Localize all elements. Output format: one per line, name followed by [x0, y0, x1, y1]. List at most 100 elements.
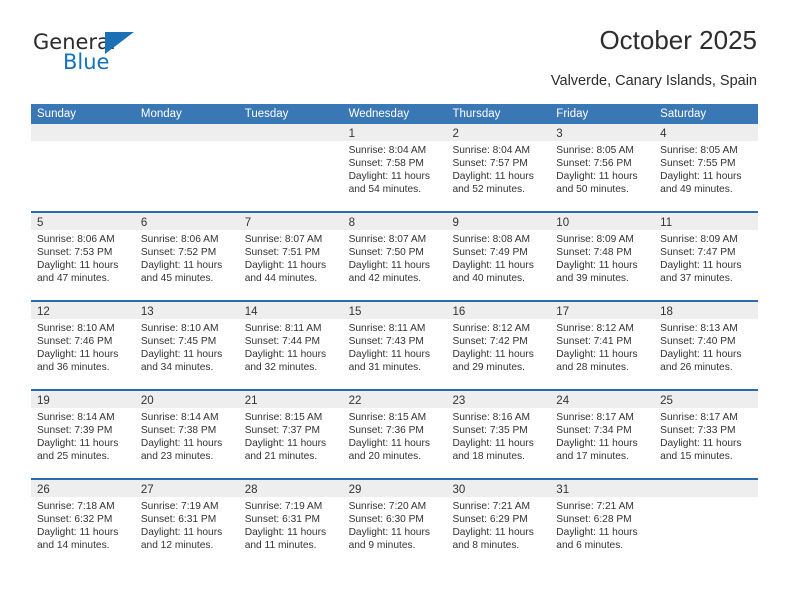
- daylight-text: and 31 minutes.: [348, 362, 422, 373]
- calendar-day-cell[interactable]: 9 Sunrise: 8:08 AM Sunset: 7:49 PM Daylight…: [446, 213, 551, 300]
- calendar-day-cell[interactable]: 22 Sunrise: 8:15 AM Sunset: 7:36 PM Dayligh…: [342, 391, 447, 478]
- day-number-band: [31, 124, 135, 141]
- day-number: 14: [244, 306, 258, 318]
- calendar-day-cell[interactable]: 13 Sunrise: 8:10 AM Sunset: 7:45 PM Dayligh…: [134, 302, 239, 389]
- sunset-text: Sunset: 7:43 PM: [348, 336, 424, 347]
- calendar-weeks: 1 Sunrise: 8:04 AM Sunset: 7:58 PM Daylight…: [31, 124, 759, 567]
- page-header: General Blue October 2025 Valverde, Cana…: [31, 24, 757, 98]
- calendar-page: General Blue October 2025 Valverde, Cana…: [0, 0, 792, 612]
- calendar-week-row: 26 Sunrise: 7:18 AM Sunset: 6:32 PM Dayligh…: [31, 478, 759, 567]
- sunrise-text: Sunrise: 8:04 AM: [348, 145, 427, 156]
- calendar-day-cell[interactable]: 6 Sunrise: 8:06 AM Sunset: 7:52 PM Daylight…: [134, 213, 239, 300]
- calendar-day-cell[interactable]: 3 Sunrise: 8:05 AM Sunset: 7:56 PM Daylight…: [550, 124, 655, 211]
- day-details: Sunrise: 8:08 AM Sunset: 7:49 PM Daylight:…: [446, 230, 550, 285]
- daylight-text: Daylight: 11 hours: [348, 349, 430, 360]
- day-number-band: 5: [31, 213, 135, 230]
- page-subtitle: Valverde, Canary Islands, Spain: [550, 73, 757, 89]
- calendar-week-row: 12 Sunrise: 8:10 AM Sunset: 7:46 PM Dayligh…: [31, 300, 759, 389]
- sunrise-text: Sunrise: 8:13 AM: [660, 323, 738, 334]
- calendar-day-cell[interactable]: 4 Sunrise: 8:05 AM Sunset: 7:55 PM Daylight…: [654, 124, 759, 211]
- sunset-text: Sunset: 7:50 PM: [348, 247, 424, 258]
- calendar-day-cell[interactable]: 24 Sunrise: 8:17 AM Sunset: 7:34 PM Dayligh…: [550, 391, 655, 478]
- sunset-text: Sunset: 7:40 PM: [660, 336, 736, 347]
- daylight-text: and 18 minutes.: [452, 451, 525, 462]
- calendar-day-cell[interactable]: 18 Sunrise: 8:13 AM Sunset: 7:40 PM Dayligh…: [654, 302, 759, 389]
- day-details: [654, 497, 758, 500]
- calendar-day-cell[interactable]: 31 Sunrise: 7:21 AM Sunset: 6:28 PM Dayligh…: [550, 480, 655, 567]
- sunrise-text: Sunrise: 8:08 AM: [452, 234, 531, 245]
- calendar-day-cell[interactable]: 14 Sunrise: 8:11 AM Sunset: 7:44 PM Dayligh…: [238, 302, 343, 389]
- day-number-band: 20: [134, 391, 239, 408]
- day-number: 4: [660, 128, 667, 140]
- calendar-day-cell[interactable]: 5 Sunrise: 8:06 AM Sunset: 7:53 PM Daylight…: [31, 213, 135, 300]
- calendar-day-cell[interactable]: 2 Sunrise: 8:04 AM Sunset: 7:57 PM Daylight…: [446, 124, 551, 211]
- sunset-text: Sunset: 7:48 PM: [556, 247, 632, 258]
- daylight-text: and 23 minutes.: [140, 451, 214, 462]
- calendar-day-cell[interactable]: 30 Sunrise: 7:21 AM Sunset: 6:29 PM Dayligh…: [446, 480, 551, 567]
- day-details: Sunrise: 7:18 AM Sunset: 6:32 PM Daylight:…: [31, 497, 135, 552]
- calendar-day-cell[interactable]: 1 Sunrise: 8:04 AM Sunset: 7:58 PM Daylight…: [342, 124, 447, 211]
- day-number-band: 9: [446, 213, 551, 230]
- daylight-text: Daylight: 11 hours: [348, 438, 430, 449]
- day-number: 2: [452, 128, 459, 140]
- general-blue-logo[interactable]: General Blue: [31, 30, 181, 86]
- day-number: 13: [140, 306, 154, 318]
- daylight-text: and 29 minutes.: [452, 362, 525, 373]
- daylight-text: and 11 minutes.: [244, 540, 317, 551]
- sunset-text: Sunset: 7:33 PM: [660, 425, 736, 436]
- daylight-text: and 14 minutes.: [37, 540, 110, 551]
- sunrise-text: Sunrise: 8:06 AM: [140, 234, 219, 245]
- day-number-band: 31: [550, 480, 655, 497]
- sunset-text: Sunset: 7:53 PM: [37, 247, 113, 258]
- day-number: 24: [556, 395, 570, 407]
- day-details: Sunrise: 8:09 AM Sunset: 7:48 PM Daylight:…: [550, 230, 654, 285]
- calendar-grid: Sunday Monday Tuesday Wednesday Thursday Frid…: [31, 104, 759, 567]
- calendar-day-cell[interactable]: 7 Sunrise: 8:07 AM Sunset: 7:51 PM Daylight…: [238, 213, 343, 300]
- daylight-text: and 54 minutes.: [348, 184, 422, 195]
- daylight-text: and 25 minutes.: [37, 451, 110, 462]
- sunrise-text: Sunrise: 8:11 AM: [348, 323, 426, 334]
- day-number-band: 26: [31, 480, 135, 497]
- calendar-day-cell[interactable]: 16 Sunrise: 8:12 AM Sunset: 7:42 PM Dayligh…: [446, 302, 551, 389]
- daylight-text: Daylight: 11 hours: [140, 349, 223, 360]
- day-details: Sunrise: 8:07 AM Sunset: 7:51 PM Daylight:…: [239, 230, 343, 285]
- day-details: Sunrise: 8:06 AM Sunset: 7:53 PM Daylight:…: [31, 230, 135, 285]
- sunrise-text: Sunrise: 8:12 AM: [556, 323, 634, 334]
- calendar-day-cell[interactable]: 27 Sunrise: 7:19 AM Sunset: 6:31 PM Dayligh…: [134, 480, 239, 567]
- sunrise-text: Sunrise: 8:07 AM: [244, 234, 323, 245]
- calendar-day-cell[interactable]: 19 Sunrise: 8:14 AM Sunset: 7:39 PM Dayligh…: [31, 391, 135, 478]
- daylight-text: Daylight: 11 hours: [556, 438, 638, 449]
- sunset-text: Sunset: 6:30 PM: [348, 514, 424, 525]
- day-details: Sunrise: 8:13 AM Sunset: 7:40 PM Daylight:…: [654, 319, 758, 374]
- day-number: 19: [37, 395, 50, 407]
- calendar-day-cell[interactable]: 8 Sunrise: 8:07 AM Sunset: 7:50 PM Daylight…: [342, 213, 447, 300]
- sunset-text: Sunset: 7:46 PM: [37, 336, 113, 347]
- calendar-day-cell[interactable]: 17 Sunrise: 8:12 AM Sunset: 7:41 PM Dayligh…: [550, 302, 655, 389]
- day-number: 6: [140, 217, 148, 229]
- calendar-day-cell[interactable]: 10 Sunrise: 8:09 AM Sunset: 7:48 PM Dayligh…: [550, 213, 655, 300]
- daylight-text: and 20 minutes.: [348, 451, 422, 462]
- day-details: Sunrise: 8:14 AM Sunset: 7:39 PM Daylight:…: [31, 408, 135, 463]
- day-details: Sunrise: 8:12 AM Sunset: 7:41 PM Daylight:…: [550, 319, 654, 374]
- calendar-day-cell[interactable]: 21 Sunrise: 8:15 AM Sunset: 7:37 PM Dayligh…: [238, 391, 343, 478]
- daylight-text: Daylight: 11 hours: [244, 527, 327, 538]
- calendar-day-cell[interactable]: 15 Sunrise: 8:11 AM Sunset: 7:43 PM Dayligh…: [342, 302, 447, 389]
- daylight-text: Daylight: 11 hours: [348, 171, 430, 182]
- daylight-text: Daylight: 11 hours: [140, 260, 223, 271]
- daylight-text: Daylight: 11 hours: [37, 438, 119, 449]
- day-number: 7: [244, 217, 252, 229]
- calendar-day-cell[interactable]: 28 Sunrise: 7:19 AM Sunset: 6:31 PM Dayligh…: [238, 480, 343, 567]
- calendar-day-cell[interactable]: 11 Sunrise: 8:09 AM Sunset: 7:47 PM Dayligh…: [654, 213, 759, 300]
- calendar-day-cell[interactable]: 26 Sunrise: 7:18 AM Sunset: 6:32 PM Dayligh…: [31, 480, 135, 567]
- day-details: Sunrise: 7:19 AM Sunset: 6:31 PM Daylight:…: [239, 497, 343, 552]
- sunrise-text: Sunrise: 8:05 AM: [556, 145, 634, 156]
- daylight-text: and 47 minutes.: [37, 273, 110, 284]
- calendar-day-cell[interactable]: 20 Sunrise: 8:14 AM Sunset: 7:38 PM Dayligh…: [134, 391, 239, 478]
- sunset-text: Sunset: 7:42 PM: [452, 336, 528, 347]
- weekday-header-friday: Friday: [556, 108, 589, 120]
- calendar-day-cell[interactable]: 25 Sunrise: 8:17 AM Sunset: 7:33 PM Dayligh…: [654, 391, 759, 478]
- calendar-day-cell[interactable]: 29 Sunrise: 7:20 AM Sunset: 6:30 PM Dayligh…: [342, 480, 447, 567]
- calendar-day-cell[interactable]: 12 Sunrise: 8:10 AM Sunset: 7:46 PM Dayligh…: [31, 302, 135, 389]
- calendar-day-cell[interactable]: 23 Sunrise: 8:16 AM Sunset: 7:35 PM Dayligh…: [446, 391, 551, 478]
- day-details: [31, 141, 135, 144]
